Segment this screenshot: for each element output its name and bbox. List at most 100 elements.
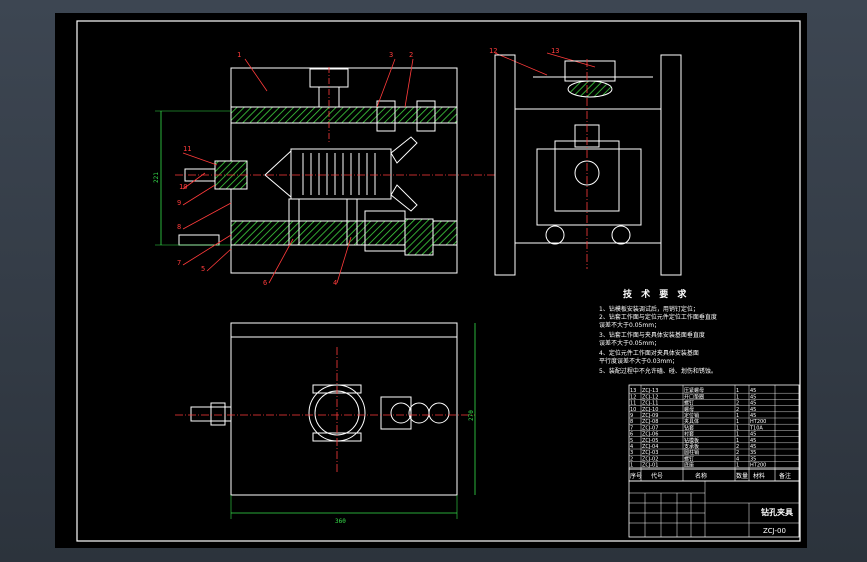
- bom-col-name: 名称: [695, 472, 707, 480]
- side-top-clamp: [564, 60, 616, 82]
- tech-note-7: 平行度误差不大于0.03mm；: [599, 357, 678, 365]
- bom-cell: 定位销: [684, 412, 699, 419]
- bom-cell: 钻模板: [684, 437, 699, 444]
- bom-cell: 45: [750, 413, 756, 419]
- bom-col-remark: 备注: [779, 472, 791, 480]
- bom-cell: 45: [750, 438, 756, 444]
- front-body-upper: [230, 67, 458, 113]
- bom-cell: 10: [630, 407, 636, 413]
- bom-cell: HT200: [750, 463, 766, 469]
- bom-cell: ZCJ-03: [642, 450, 658, 456]
- bom-cell: 螺钉: [684, 400, 694, 407]
- balloon-6: 6: [263, 279, 267, 287]
- bom-cell: 45: [750, 432, 756, 438]
- bom-cell: ZCJ-02: [642, 456, 658, 462]
- balloon-8: 8: [177, 223, 181, 231]
- bom-cell: ZCJ-05: [642, 438, 658, 444]
- bom-cell: 夹具体: [684, 418, 699, 425]
- workpiece-ribs: [302, 153, 376, 195]
- bom-cell: 2: [736, 401, 739, 407]
- bom-cell: ZCJ-12: [642, 394, 658, 400]
- balloon-10: 10: [179, 183, 187, 191]
- top-view-body: [230, 322, 458, 496]
- bom-cell: ZCJ-10: [642, 407, 658, 413]
- bom-cell: ZCJ-13: [642, 388, 658, 394]
- cad-viewport[interactable]: 221 1 3 2 11 10 9 8 7 5 6 4 12 13 360 27…: [55, 13, 807, 548]
- bom-cell: 3: [630, 450, 633, 456]
- bom-cell: 45: [750, 444, 756, 450]
- front-view[interactable]: 221: [153, 67, 495, 274]
- bom-cell: 8: [630, 419, 633, 425]
- bom-cell: 2: [736, 450, 739, 456]
- bom-cell: 1: [736, 419, 739, 425]
- bom-table[interactable]: 13 ZCJ-13 压紧螺母 1 4512 ZCJ-12 开口垫圈 1 4511 ZCJ-11 螺钉…: [628, 384, 800, 482]
- tech-requirements: 技 术 要 求 1、钻模板安装调试后，用销钉定位； 2、钻套工作面与定位元件定位…: [599, 288, 717, 375]
- bom-cell: HT200: [750, 419, 766, 425]
- bom-cell: 45: [750, 407, 756, 413]
- bom-cell: 1: [736, 432, 739, 438]
- top-view[interactable]: [175, 322, 476, 519]
- bom-cell: 9: [630, 413, 633, 419]
- bom-cell: 1: [736, 394, 739, 400]
- balloon-13: 13: [551, 47, 559, 55]
- title-part-name: 钻孔夹具: [761, 507, 793, 517]
- bom-cell: 4: [736, 456, 739, 462]
- tech-note-3: 误差不大于0.05mm；: [599, 321, 660, 329]
- balloon-5: 5: [201, 265, 205, 273]
- balloon-2: 2: [409, 51, 413, 59]
- bom-cell: 支承板: [684, 443, 699, 450]
- bom-cell: 35: [750, 456, 756, 462]
- bom-cell: 11: [630, 401, 636, 407]
- balloon-9: 9: [177, 199, 181, 207]
- bom-cell: 4: [630, 444, 633, 450]
- bom-cell: 1: [736, 463, 739, 469]
- bom-cell: 2: [630, 456, 633, 462]
- bom-cell: 底座: [684, 462, 694, 469]
- tech-note-8: 5、装配过程中不允许磕、碰、划伤和锈蚀。: [599, 367, 717, 375]
- balloon-7: 7: [177, 259, 181, 267]
- bom-cell: 压紧螺母: [684, 387, 704, 394]
- bom-col-code: 代号: [651, 472, 663, 480]
- bom-cell: 45: [750, 394, 756, 400]
- dim-right-text: 270: [468, 410, 475, 421]
- bom-cell: 开口垫圈: [684, 393, 704, 400]
- bom-cell: 45: [750, 401, 756, 407]
- bom-cell: 螺钉: [684, 455, 694, 462]
- title-block[interactable]: 钻孔夹具 ZCJ-00: [628, 480, 800, 538]
- balloon-12: 12: [489, 47, 497, 55]
- balloon-11: 11: [183, 145, 191, 153]
- drawing-canvas[interactable]: 221 1 3 2 11 10 9 8 7 5 6 4 12 13 360 27…: [55, 13, 807, 548]
- bom-col-qty: 数量: [736, 472, 748, 480]
- bom-cell: ZCJ-04: [642, 444, 658, 450]
- side-view[interactable]: [494, 54, 682, 276]
- title-drawing-no: ZCJ-00: [763, 527, 786, 535]
- bom-cell: 45: [750, 388, 756, 394]
- bom-col-no: 序号: [630, 472, 642, 480]
- bom-cell: 12: [630, 394, 636, 400]
- bom-cell: 2: [736, 444, 739, 450]
- bom-cell: ZCJ-08: [642, 419, 658, 425]
- bom-cell: 1: [736, 388, 739, 394]
- bom-cell: 1: [736, 413, 739, 419]
- bom-cell: T10A: [749, 425, 763, 431]
- bom-cell: 5: [630, 438, 633, 444]
- tech-title: 技 术 要 求: [623, 288, 689, 300]
- bom-col-material: 材料: [753, 472, 765, 480]
- bom-cell: 2: [736, 407, 739, 413]
- bom-cell: ZCJ-11: [642, 401, 658, 407]
- bom-cell: ZCJ-06: [642, 432, 658, 438]
- bom-cell: ZCJ-01: [642, 463, 658, 469]
- dim-width-text: 360: [335, 518, 346, 525]
- bom-cell: 1: [630, 463, 633, 469]
- bom-cell: ZCJ-07: [642, 425, 658, 431]
- bom-cell: 衬套: [684, 431, 694, 438]
- workpiece-body: [290, 148, 392, 200]
- balloon-1: 1: [237, 51, 241, 59]
- balloon-4: 4: [333, 279, 337, 287]
- dim-height-text: 221: [153, 172, 160, 183]
- balloon-3: 3: [389, 51, 393, 59]
- side-workholder: [536, 148, 642, 226]
- tech-note-6: 4、定位元件工作面对夹具体安装基面: [599, 349, 699, 357]
- bom-cell: 7: [630, 425, 633, 431]
- tech-note-5: 误差不大于0.05mm；: [599, 339, 660, 347]
